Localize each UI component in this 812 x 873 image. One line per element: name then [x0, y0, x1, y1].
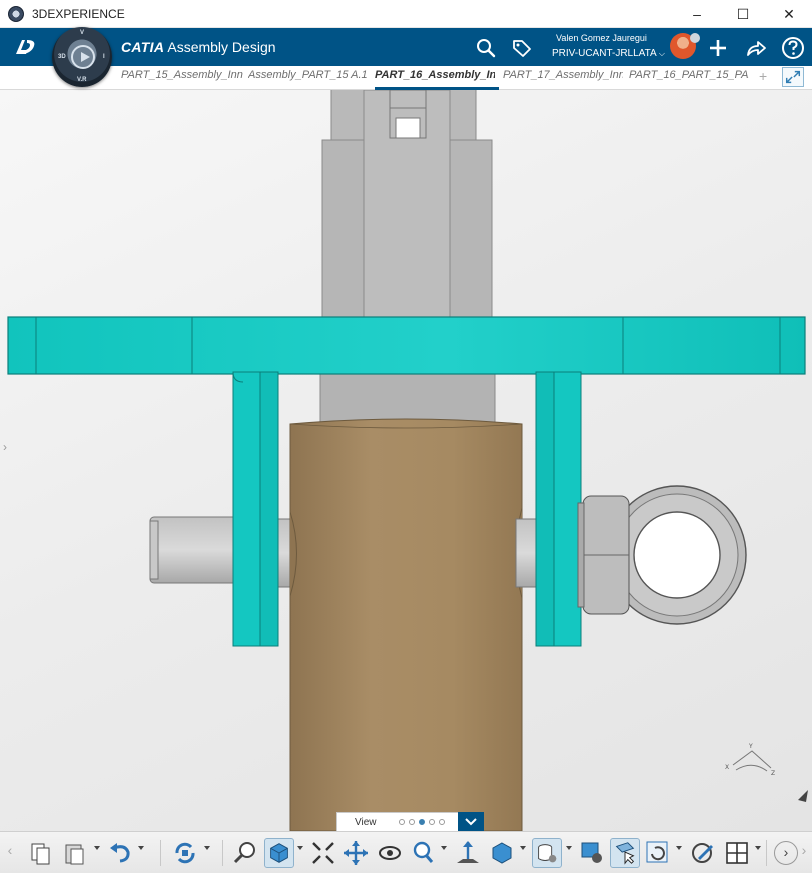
- view-pager-dot[interactable]: [428, 819, 435, 825]
- app-brand: CATIA: [121, 39, 165, 55]
- compass-widget[interactable]: V 3D I V.R: [52, 27, 112, 87]
- brown-tube[interactable]: [289, 418, 523, 831]
- axis-triad-icon[interactable]: Y X Z: [725, 743, 775, 777]
- dassault-logo-icon[interactable]: [12, 34, 40, 60]
- search-icon[interactable]: [475, 38, 497, 58]
- reload-dropdown-icon[interactable]: [676, 846, 682, 850]
- toolbar-separator: [766, 840, 767, 866]
- right-bracket[interactable]: [535, 371, 582, 647]
- toolbar-separator: [160, 840, 161, 866]
- select-icon[interactable]: [610, 838, 640, 868]
- tab-assembly-part-15[interactable]: Assembly_PART_15 A.1: [248, 69, 368, 87]
- chevron-down-icon: [465, 817, 477, 825]
- axis-z-label: Z: [771, 770, 775, 777]
- view-mode-dropdown-icon[interactable]: [297, 846, 303, 850]
- tenant-selector[interactable]: PRIV-UCANT-JRLLATA ⌵: [552, 48, 665, 59]
- collapse-toolbar-button[interactable]: [458, 812, 484, 831]
- tag-icon[interactable]: [511, 38, 533, 58]
- multi-view-dropdown-icon[interactable]: [755, 846, 761, 850]
- toolbar-scroll-left-icon[interactable]: ‹: [2, 842, 18, 864]
- update-dropdown-icon[interactable]: [204, 846, 210, 850]
- render-style-icon[interactable]: [532, 838, 562, 868]
- share-icon[interactable]: [745, 38, 767, 58]
- product-settings-icon[interactable]: [577, 838, 607, 868]
- view-label: View: [355, 816, 377, 828]
- paste-dropdown-icon[interactable]: [94, 846, 100, 850]
- compass-west-label: 3D: [58, 54, 66, 60]
- window-title-bar: 3DEXPERIENCE – ☐ ✕: [0, 0, 812, 28]
- view-pager-dot[interactable]: [398, 819, 405, 825]
- zoom-icon[interactable]: [408, 838, 438, 868]
- multi-view-icon[interactable]: [722, 838, 752, 868]
- edit-icon[interactable]: [688, 838, 718, 868]
- tab-part-16-assembly[interactable]: PART_16_Assembly_In: [375, 69, 499, 90]
- undo-dropdown-icon[interactable]: [138, 846, 144, 850]
- 3d-viewport[interactable]: Y X Z ›: [0, 90, 812, 831]
- window-controls: – ☐ ✕: [674, 0, 812, 28]
- eye-bolt[interactable]: [577, 485, 747, 625]
- plus-icon[interactable]: [707, 38, 729, 58]
- zoom-area-icon[interactable]: [230, 838, 260, 868]
- view-pager-dots: [398, 819, 445, 825]
- render-style-dropdown-icon[interactable]: [566, 846, 572, 850]
- user-name[interactable]: Valen Gomez Jauregui: [556, 33, 647, 43]
- axis-y-label: Y: [748, 743, 753, 750]
- compass-south-label: V.R: [77, 77, 87, 83]
- compass-east-label: I: [103, 54, 105, 60]
- add-tab-button[interactable]: +: [759, 68, 767, 84]
- view-pager-dot[interactable]: [408, 819, 415, 825]
- undo-icon[interactable]: [105, 838, 135, 868]
- tab-part-16-part-15[interactable]: PART_16_PART_15_PAR: [629, 69, 749, 87]
- app-title: Assembly Design: [167, 39, 276, 55]
- cyan-plate[interactable]: [7, 316, 806, 375]
- pan-icon[interactable]: [341, 838, 371, 868]
- fit-all-icon[interactable]: [308, 838, 338, 868]
- iso-view-icon[interactable]: [487, 838, 517, 868]
- view-mode-icon[interactable]: [264, 838, 294, 868]
- toolbar-separator: [222, 840, 223, 866]
- assembly-scene[interactable]: Y X Z: [0, 90, 812, 831]
- side-panel-arrow-icon[interactable]: ›: [3, 440, 7, 454]
- left-bracket[interactable]: [232, 371, 279, 647]
- view-pager-dot-active[interactable]: [418, 819, 425, 825]
- copy-icon[interactable]: [26, 838, 56, 868]
- tenant-label: PRIV-UCANT-JRLLATA: [552, 48, 657, 59]
- toolbar-end-arrow-icon[interactable]: ›: [796, 842, 812, 864]
- maximize-button[interactable]: ☐: [720, 0, 766, 28]
- tab-part-17-assembly[interactable]: PART_17_Assembly_Inn: [503, 69, 623, 87]
- window-title: 3DEXPERIENCE: [32, 6, 125, 21]
- view-pager-dot[interactable]: [438, 819, 445, 825]
- cursor-icon: [798, 790, 808, 802]
- zoom-dropdown-icon[interactable]: [441, 846, 447, 850]
- toolbar-scroll-right-icon[interactable]: ›: [774, 841, 798, 865]
- fullscreen-icon[interactable]: [782, 67, 804, 87]
- axis-x-label: X: [725, 764, 729, 771]
- avatar[interactable]: [670, 33, 700, 59]
- iso-view-dropdown-icon[interactable]: [520, 846, 526, 850]
- normal-view-icon[interactable]: [453, 838, 483, 868]
- reload-icon[interactable]: [643, 838, 673, 868]
- update-icon[interactable]: [170, 838, 200, 868]
- action-bar: ‹ › ›: [0, 831, 812, 873]
- tab-part-15-assembly[interactable]: PART_15_Assembly_Inn: [121, 69, 243, 87]
- 3dexperience-app-icon: [8, 5, 24, 22]
- close-button[interactable]: ✕: [766, 0, 812, 28]
- minimize-button[interactable]: –: [674, 0, 720, 28]
- paste-icon[interactable]: [60, 838, 90, 868]
- help-icon[interactable]: [781, 36, 805, 60]
- tab-part-16-label: PART_16_Assembly_In: [375, 69, 495, 81]
- compass-north-label: V: [80, 30, 85, 36]
- notification-badge: [690, 33, 700, 43]
- app-name: CATIA Assembly Design: [121, 39, 276, 55]
- chevron-down-icon: ⌵: [658, 49, 665, 58]
- play-icon[interactable]: [71, 45, 95, 69]
- rotate-icon[interactable]: [375, 838, 405, 868]
